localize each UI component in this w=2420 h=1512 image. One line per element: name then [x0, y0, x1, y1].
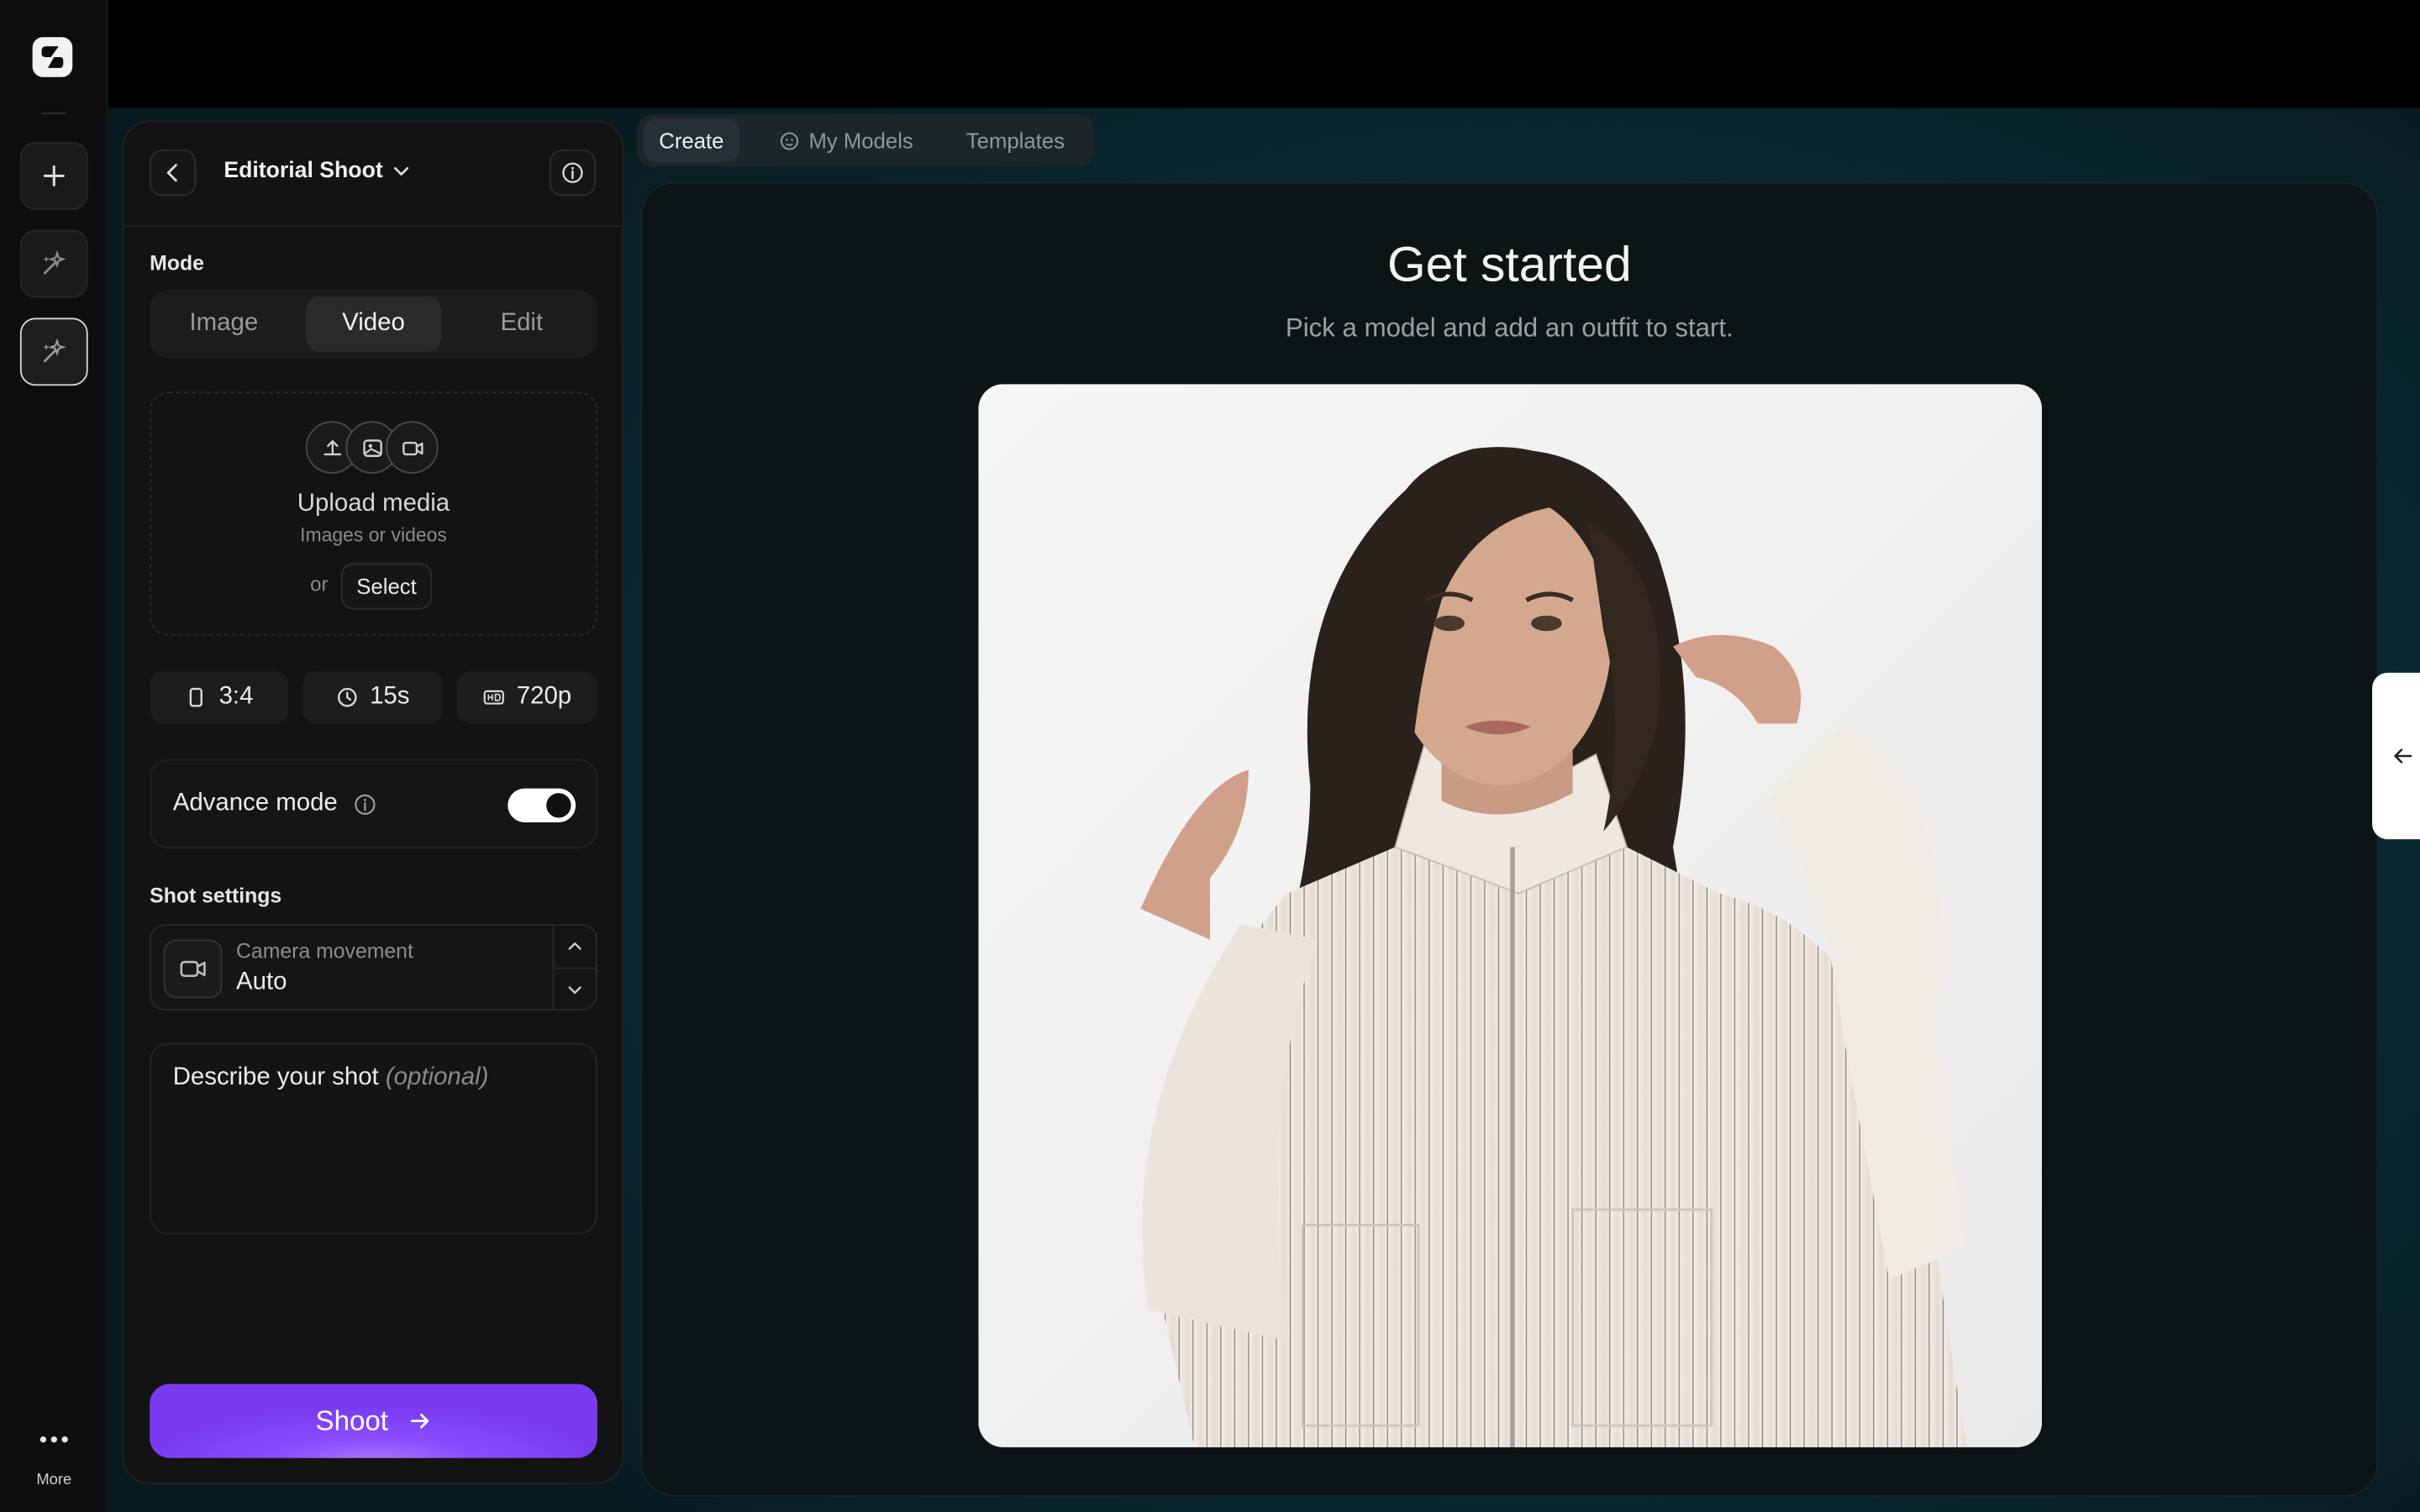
camera-movement-select[interactable]: Camera movement Auto — [150, 924, 597, 1011]
aspect-ratio-chip[interactable]: 3:4 — [150, 670, 289, 724]
portrait-icon — [189, 687, 203, 707]
main-canvas: Get started Pick a model and add an outf… — [640, 181, 2379, 1497]
chevron-up-icon — [568, 942, 581, 950]
video-icon — [386, 421, 439, 474]
shoot-settings-panel: Editorial Shoot Mode Image Video Edit Up… — [122, 120, 624, 1484]
advance-mode-row: Advance mode — [150, 759, 597, 849]
describe-label: Describe your shot — [172, 1064, 379, 1091]
page-title: Get started — [1386, 236, 1632, 292]
camera-movement-label: Camera movement — [236, 939, 413, 963]
model-photo-illustration — [978, 384, 2043, 1447]
toggle-knob — [546, 793, 571, 818]
hd-icon — [483, 690, 504, 705]
select-button[interactable]: Select — [340, 563, 433, 610]
mode-video[interactable]: Video — [305, 296, 442, 352]
tab-templates-label: Templates — [965, 128, 1065, 153]
stepper-up-button[interactable] — [554, 926, 596, 968]
camera-stepper — [552, 926, 596, 1010]
aspect-ratio-value: 3:4 — [218, 683, 254, 710]
info-icon — [562, 162, 583, 183]
upload-dropzone[interactable]: Upload media Images or videos or Select — [150, 391, 597, 636]
upload-subtitle: Images or videos — [300, 524, 447, 547]
sparkle-wand-icon — [43, 249, 66, 275]
camera-icon-box — [163, 939, 223, 999]
face-icon — [780, 131, 799, 150]
tab-create[interactable]: Create — [643, 118, 739, 162]
describe-shot-placeholder: Describe your shot (optional) — [173, 1064, 489, 1092]
shoot-label: Shoot — [315, 1404, 388, 1436]
new-button[interactable] — [19, 141, 88, 210]
duration-chip[interactable]: 15s — [302, 670, 444, 724]
page-subtitle: Pick a model and add an outfit to start. — [1285, 312, 1733, 343]
more-label[interactable]: More — [0, 1472, 108, 1488]
model-preview-image[interactable] — [978, 384, 2043, 1447]
top-bar — [108, 0, 2420, 108]
more-icon[interactable] — [37, 1429, 71, 1451]
collapse-panel-tab[interactable] — [2372, 672, 2420, 840]
chevron-left-icon — [166, 164, 177, 182]
mode-label: Mode — [150, 251, 204, 275]
describe-optional: (optional) — [385, 1064, 489, 1091]
shot-settings-label: Shot settings — [150, 884, 282, 908]
preset-dropdown[interactable]: Editorial Shoot — [224, 159, 410, 184]
clock-icon — [337, 687, 356, 707]
left-rail: More — [0, 0, 108, 1512]
tab-my-models-label: My Models — [808, 128, 913, 153]
resolution-value: 720p — [516, 683, 572, 710]
tab-create-label: Create — [659, 128, 724, 153]
top-tabs: Create My Models Templates — [637, 113, 1095, 167]
describe-shot-textarea[interactable]: Describe your shot (optional) — [150, 1042, 597, 1235]
mode-image[interactable]: Image — [156, 297, 292, 352]
chevron-down-icon — [394, 166, 409, 176]
rail-divider — [41, 113, 66, 114]
chevron-down-icon — [568, 985, 581, 994]
upload-icons — [305, 421, 445, 476]
rail-tool-button-active[interactable] — [19, 318, 88, 386]
tab-templates[interactable]: Templates — [950, 118, 1080, 161]
video-camera-icon — [180, 960, 206, 978]
advance-mode-toggle[interactable] — [508, 788, 576, 822]
duration-value: 15s — [370, 683, 410, 710]
preset-title: Editorial Shoot — [224, 159, 383, 184]
logo-icon[interactable] — [32, 37, 73, 77]
info-button[interactable] — [549, 150, 596, 197]
upload-or: or — [310, 572, 329, 596]
info-icon[interactable] — [353, 792, 376, 816]
arrow-left-icon — [2394, 748, 2412, 764]
mode-edit[interactable]: Edit — [454, 297, 590, 352]
plus-icon — [43, 165, 65, 186]
shoot-button[interactable]: Shoot — [150, 1383, 597, 1458]
back-button[interactable] — [150, 150, 197, 197]
stepper-down-button[interactable] — [554, 967, 596, 1010]
tab-my-models[interactable]: My Models — [764, 118, 929, 161]
resolution-chip[interactable]: 720p — [456, 670, 597, 724]
sparkle-wand-icon — [43, 338, 66, 363]
camera-movement-value: Auto — [236, 969, 287, 995]
rail-tool-button[interactable] — [19, 229, 88, 298]
advance-mode-label: Advance mode — [172, 790, 338, 816]
panel-header: Editorial Shoot — [123, 122, 623, 228]
arrow-right-icon — [410, 1413, 429, 1429]
mode-selector: Image Video Edit — [150, 290, 597, 359]
upload-title: Upload media — [297, 491, 450, 517]
